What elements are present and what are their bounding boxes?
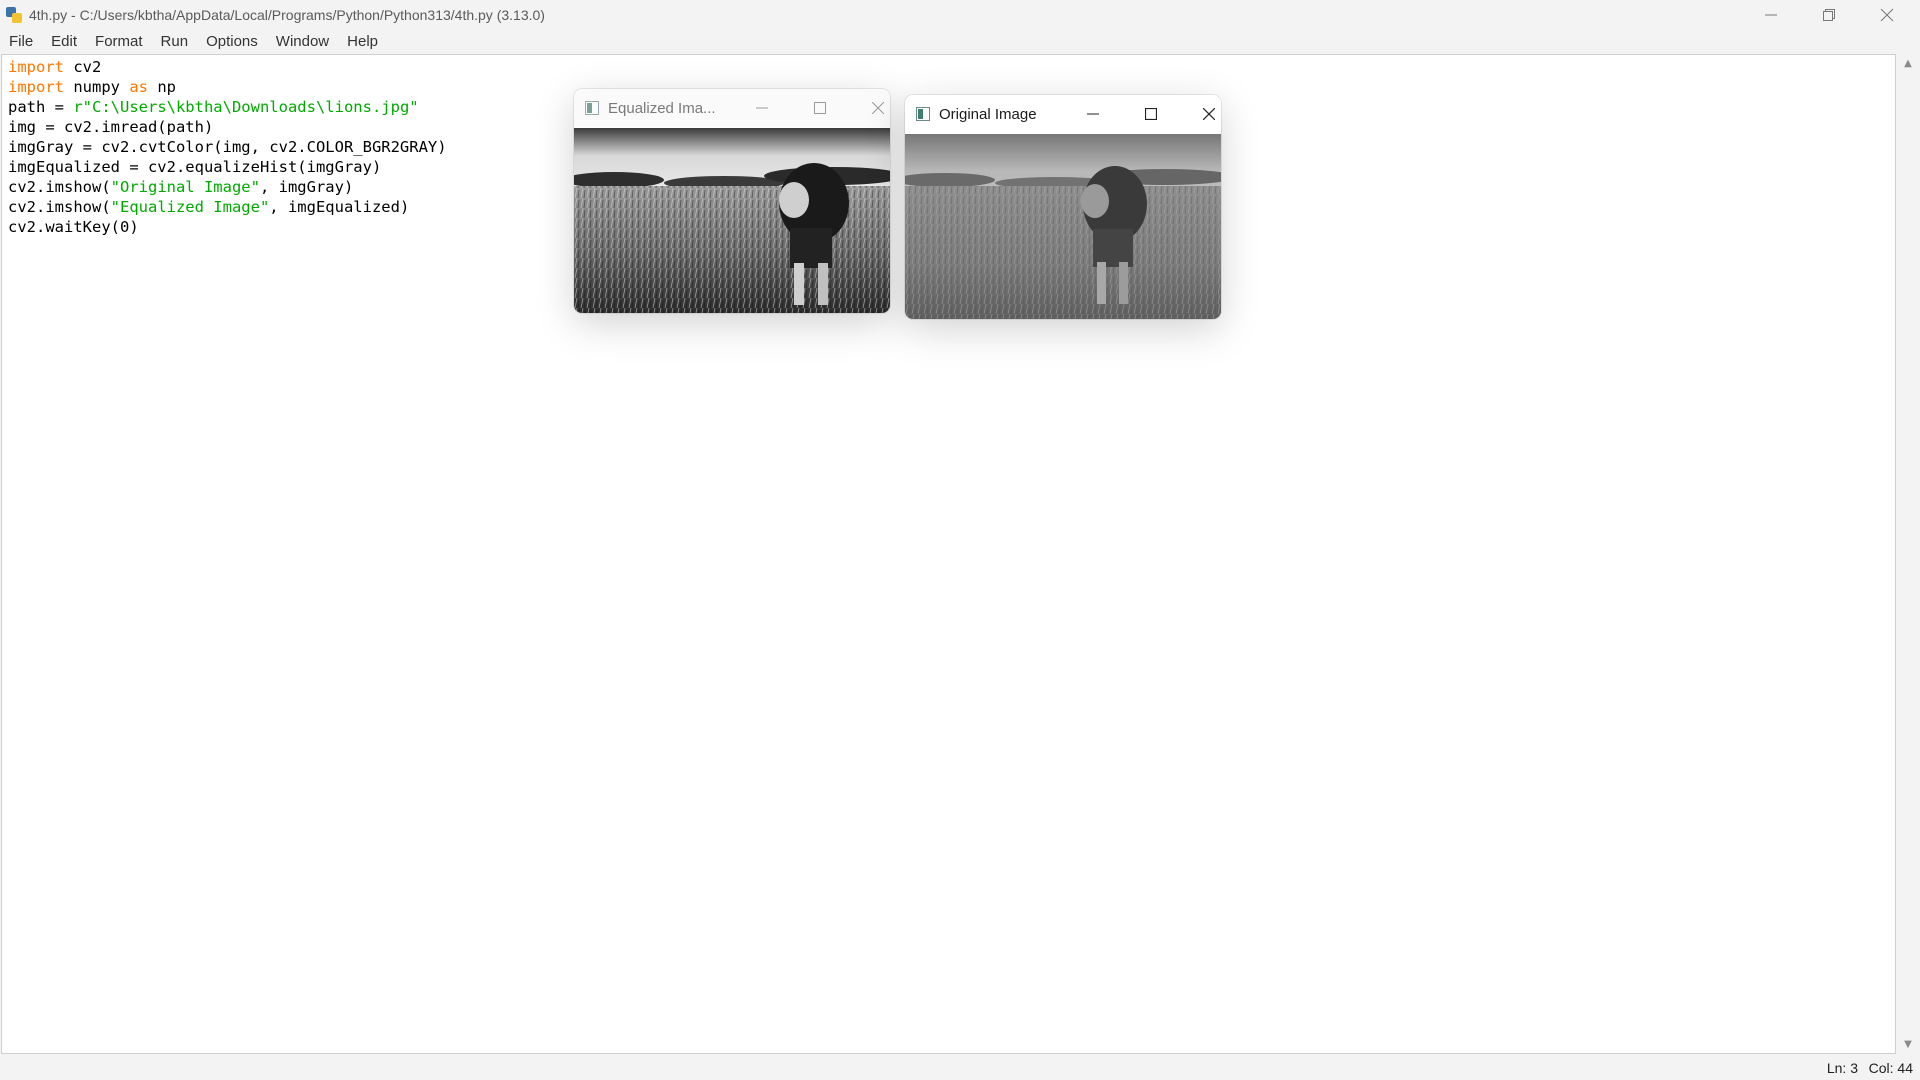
original-image-window[interactable]: Original Image [905,95,1221,319]
equalized-minimize-button[interactable] [743,89,781,127]
opencv-window-icon [916,107,930,121]
code-line[interactable]: path = r"C:\Users\kbtha\Downloads\lions.… [8,97,447,117]
code-string: r"C:\Users\kbtha\Downloads\lions.jpg" [73,98,419,116]
code-keyword: import [8,78,64,96]
code-keyword: as [129,78,148,96]
equalized-close-button[interactable] [859,89,890,127]
close-icon [1203,108,1215,120]
code-token: , imgEqualized) [269,198,410,216]
maximize-icon [1145,108,1157,120]
code-token: numpy [64,78,130,96]
close-icon [1880,8,1894,21]
code-text[interactable]: import cv2 import numpy as np path = r"C:\… [8,57,447,237]
column-indicator: Col: 44 [1868,1060,1913,1076]
code-string: "Equalized Image" [110,198,270,216]
code-line[interactable]: cv2.waitKey(0) [8,217,447,237]
line-indicator: Ln: 3 [1826,1060,1858,1076]
restore-icon [1823,8,1835,21]
equalized-lion-image [574,128,890,313]
equalized-window-title: Equalized Ima... [608,99,716,117]
close-button[interactable] [1858,0,1916,29]
code-line[interactable]: imgGray = cv2.cvtColor(img, cv2.COLOR_BG… [8,137,447,157]
code-token: cv2 [64,58,102,76]
code-token: cv2.waitKey(0) [8,218,139,236]
minimize-icon [1087,113,1099,115]
minimize-icon [1765,14,1777,15]
code-token: np [148,78,176,96]
equalized-maximize-button[interactable] [801,89,839,127]
title-bar: 4th.py - C:/Users/kbtha/AppData/Local/Pr… [0,0,1920,29]
menu-bar: File Edit Format Run Options Window Help [0,29,1920,54]
code-token: , imgGray) [259,178,354,196]
code-token: img = cv2.imread(path) [8,118,214,136]
menu-run[interactable]: Run [152,29,198,54]
original-maximize-button[interactable] [1132,95,1170,133]
original-minimize-button[interactable] [1074,95,1112,133]
code-line[interactable]: import cv2 [8,57,447,77]
code-line[interactable]: import numpy as np [8,77,447,97]
menu-window[interactable]: Window [267,29,338,54]
equalized-image-window[interactable]: Equalized Ima... [574,89,890,313]
original-window-title: Original Image [939,105,1037,123]
scroll-up-icon[interactable]: ▲ [1901,58,1915,72]
window-title: 4th.py - C:/Users/kbtha/AppData/Local/Pr… [29,6,545,23]
code-token: cv2.imshow( [8,178,111,196]
code-line[interactable]: img = cv2.imread(path) [8,117,447,137]
minimize-icon [756,107,768,109]
original-close-button[interactable] [1190,95,1221,133]
vertical-scrollbar[interactable]: ▲ ▼ [1896,54,1920,1055]
minimize-button[interactable] [1742,0,1800,29]
maximize-icon [814,102,826,114]
status-bar: Ln: 3 Col: 44 [0,1056,1920,1080]
menu-help[interactable]: Help [338,29,387,54]
equalized-title-bar[interactable]: Equalized Ima... [574,89,890,127]
code-token: path = [8,98,74,116]
scroll-down-icon[interactable]: ▼ [1901,1039,1915,1053]
original-lion-image [905,134,1221,319]
opencv-window-icon [585,101,599,115]
original-title-bar[interactable]: Original Image [905,95,1221,133]
code-line[interactable]: cv2.imshow("Original Image", imgGray) [8,177,447,197]
menu-format[interactable]: Format [86,29,152,54]
menu-edit[interactable]: Edit [42,29,86,54]
close-icon [872,102,884,114]
code-keyword: import [8,58,64,76]
code-string: "Original Image" [110,178,260,196]
code-token: imgEqualized = cv2.equalizeHist(imgGray) [8,158,382,176]
code-line[interactable]: imgEqualized = cv2.equalizeHist(imgGray) [8,157,447,177]
menu-file[interactable]: File [0,29,42,54]
restore-button[interactable] [1800,0,1858,29]
code-token: cv2.imshow( [8,198,111,216]
menu-options[interactable]: Options [197,29,267,54]
code-token: imgGray = cv2.cvtColor(img, cv2.COLOR_BG… [8,138,447,156]
code-line[interactable]: cv2.imshow("Equalized Image", imgEqualiz… [8,197,447,217]
python-idle-icon [6,6,22,23]
